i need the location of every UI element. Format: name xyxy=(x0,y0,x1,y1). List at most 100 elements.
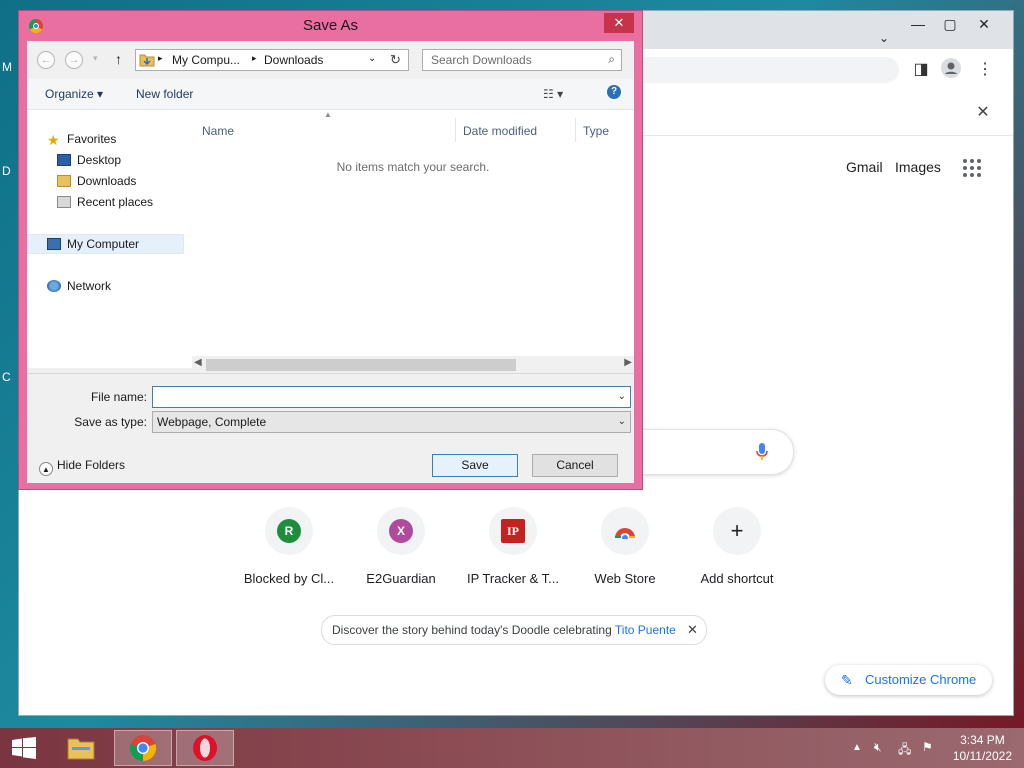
show-hidden-icons-chevron-icon[interactable]: ▲ xyxy=(852,742,862,753)
refresh-icon[interactable]: ↻ xyxy=(390,52,401,68)
file-explorer-taskbar-button[interactable] xyxy=(52,730,110,766)
nav-item-downloads[interactable]: Downloads xyxy=(57,171,136,191)
shortcut-tile[interactable]: R Blocked by Cl... xyxy=(233,507,345,586)
windows-logo-icon xyxy=(12,737,36,759)
omnibox[interactable] xyxy=(619,57,899,83)
organize-button[interactable]: Organize ▾ xyxy=(45,87,103,101)
action-center-flag-icon[interactable]: ⚑︎ xyxy=(922,740,933,754)
nav-item-network[interactable]: Network xyxy=(47,276,111,296)
computer-icon xyxy=(47,238,61,250)
opera-icon xyxy=(193,735,217,761)
desktop-icon-label[interactable]: D xyxy=(2,164,11,178)
desktop-icon-label[interactable]: C xyxy=(2,370,11,384)
column-header-name[interactable]: Name xyxy=(202,124,234,138)
breadcrumb-downloads[interactable]: Downloads xyxy=(264,53,323,67)
pencil-icon: ✎ xyxy=(841,672,853,688)
system-clock[interactable]: 3:34 PM 10/11/2022 xyxy=(953,732,1012,764)
empty-message: No items match your search. xyxy=(336,160,490,174)
save-as-type-chevron-icon[interactable]: ⌄ xyxy=(618,412,626,432)
google-apps-icon[interactable] xyxy=(963,159,981,177)
scrollbar-thumb[interactable] xyxy=(206,359,516,371)
hide-folders-toggle[interactable]: ▲ Hide Folders xyxy=(39,458,125,476)
up-arrow-icon[interactable]: ↑ xyxy=(115,51,122,67)
address-dropdown-chevron-icon[interactable]: ⌄ xyxy=(368,53,376,64)
shortcut-label: Web Store xyxy=(594,571,656,586)
breadcrumb-my-computer[interactable]: My Compu... xyxy=(172,53,240,67)
close-infobar-icon[interactable]: ✕ xyxy=(971,101,995,125)
column-header-type[interactable]: Type xyxy=(583,124,609,138)
maximize-button[interactable]: ▢ xyxy=(935,13,965,35)
doodle-link[interactable]: Tito Puente xyxy=(615,623,676,637)
nav-item-recent-places[interactable]: Recent places xyxy=(57,192,153,212)
cancel-button[interactable]: Cancel xyxy=(532,454,618,477)
start-button[interactable] xyxy=(0,730,48,766)
chrome-icon xyxy=(129,735,157,762)
recent-locations-chevron-icon[interactable]: ▾ xyxy=(93,53,98,64)
column-header-date-modified[interactable]: Date modified xyxy=(463,124,537,138)
close-chip-icon[interactable]: ✕ xyxy=(687,616,698,644)
close-window-button[interactable]: ✕ xyxy=(969,13,999,35)
chevron-up-icon: ▲ xyxy=(39,462,53,476)
volume-muted-icon[interactable]: 🔇︎ xyxy=(874,740,882,755)
shortcut-label: IP Tracker & T... xyxy=(467,571,559,586)
folder-icon xyxy=(139,54,155,67)
new-folder-button[interactable]: New folder xyxy=(136,87,193,101)
save-as-type-label: Save as type: xyxy=(74,415,147,429)
shortcut-favicon-icon: R xyxy=(277,519,301,543)
voice-search-icon[interactable] xyxy=(755,442,769,462)
dialog-body: ← → ▾ ↑ ▸ My Compu... ▸ Downloads ⌄ ↻ Se… xyxy=(27,41,634,483)
nav-item-desktop[interactable]: Desktop xyxy=(57,150,121,170)
dialog-close-button[interactable]: ✕ xyxy=(604,13,634,33)
images-link[interactable]: Images xyxy=(895,159,941,175)
save-button[interactable]: Save xyxy=(432,454,518,477)
shortcut-tile[interactable]: Web Store xyxy=(569,507,681,586)
shortcut-label: Blocked by Cl... xyxy=(243,571,335,586)
tab-search-chevron-icon[interactable]: ⌄ xyxy=(869,27,899,49)
nav-item-favorites[interactable]: ★ Favorites xyxy=(47,129,116,149)
nav-item-my-computer[interactable]: My Computer xyxy=(47,234,139,254)
shortcut-tile[interactable]: IP IP Tracker & T... xyxy=(457,507,569,586)
search-input[interactable]: Search Downloads ⌕ xyxy=(422,49,622,71)
taskbar: ▲ 🔇︎ 🖧︎ ⚑︎ 3:34 PM 10/11/2022 xyxy=(0,728,1024,768)
file-name-input[interactable]: ⌄ xyxy=(152,386,631,408)
forward-arrow-icon[interactable]: → xyxy=(65,51,83,69)
sort-indicator-icon: ▲ xyxy=(324,110,332,119)
back-arrow-icon[interactable]: ← xyxy=(37,51,55,69)
search-icon: ⌕ xyxy=(608,52,615,66)
file-list-pane: ▲ Name Date modified Type No items match… xyxy=(192,110,634,368)
plus-icon: + xyxy=(730,518,744,543)
star-icon: ★ xyxy=(47,132,60,148)
shortcut-favicon-icon: X xyxy=(389,519,413,543)
recent-places-icon xyxy=(57,196,71,208)
navigation-pane: ★ Favorites Desktop Downloads Recent plac… xyxy=(27,110,192,368)
command-bar: Organize ▾ New folder ☷ ▾ ? xyxy=(27,79,634,110)
view-options-icon[interactable]: ☷ ▾ xyxy=(543,87,563,101)
save-as-dialog: Save As ✕ ← → ▾ ↑ ▸ My Compu... ▸ Downlo… xyxy=(18,10,643,490)
save-options-pane: File name: ⌄ Save as type: Webpage, Comp… xyxy=(27,373,634,483)
save-as-type-select[interactable]: Webpage, Complete ⌄ xyxy=(152,411,631,433)
chrome-taskbar-button[interactable] xyxy=(114,730,172,766)
customize-chrome-label: Customize Chrome xyxy=(865,672,977,687)
shortcut-tile[interactable]: X E2Guardian xyxy=(345,507,457,586)
breadcrumb-separator-icon: ▸ xyxy=(252,53,257,63)
shortcut-favicon-icon: IP xyxy=(501,519,525,543)
customize-chrome-button[interactable]: ✎ Customize Chrome xyxy=(825,665,993,695)
horizontal-scrollbar[interactable]: ◀ ▶ xyxy=(192,356,634,373)
add-shortcut-tile[interactable]: + Add shortcut xyxy=(681,507,793,586)
menu-kebab-icon[interactable]: ⋮ xyxy=(973,58,997,82)
gmail-link[interactable]: Gmail xyxy=(846,159,883,175)
help-icon[interactable]: ? xyxy=(607,85,621,99)
network-status-icon[interactable]: 🖧︎ xyxy=(898,740,911,761)
file-name-dropdown-chevron-icon[interactable]: ⌄ xyxy=(618,387,626,407)
scroll-right-arrow-icon[interactable]: ▶ xyxy=(624,357,632,368)
shortcut-label: E2Guardian xyxy=(366,571,436,586)
minimize-button[interactable]: — xyxy=(903,13,933,35)
side-panel-icon[interactable]: ◨ xyxy=(909,58,933,82)
opera-taskbar-button[interactable] xyxy=(176,730,234,766)
desktop-icon-label[interactable]: M xyxy=(2,60,12,74)
desktop-icon xyxy=(57,154,71,166)
doodle-promo-chip[interactable]: Discover the story behind today's Doodle… xyxy=(321,615,707,645)
address-bar[interactable]: ▸ My Compu... ▸ Downloads ⌄ ↻ xyxy=(135,49,409,71)
scroll-left-arrow-icon[interactable]: ◀ xyxy=(194,357,202,368)
profile-avatar-icon[interactable] xyxy=(939,58,963,82)
